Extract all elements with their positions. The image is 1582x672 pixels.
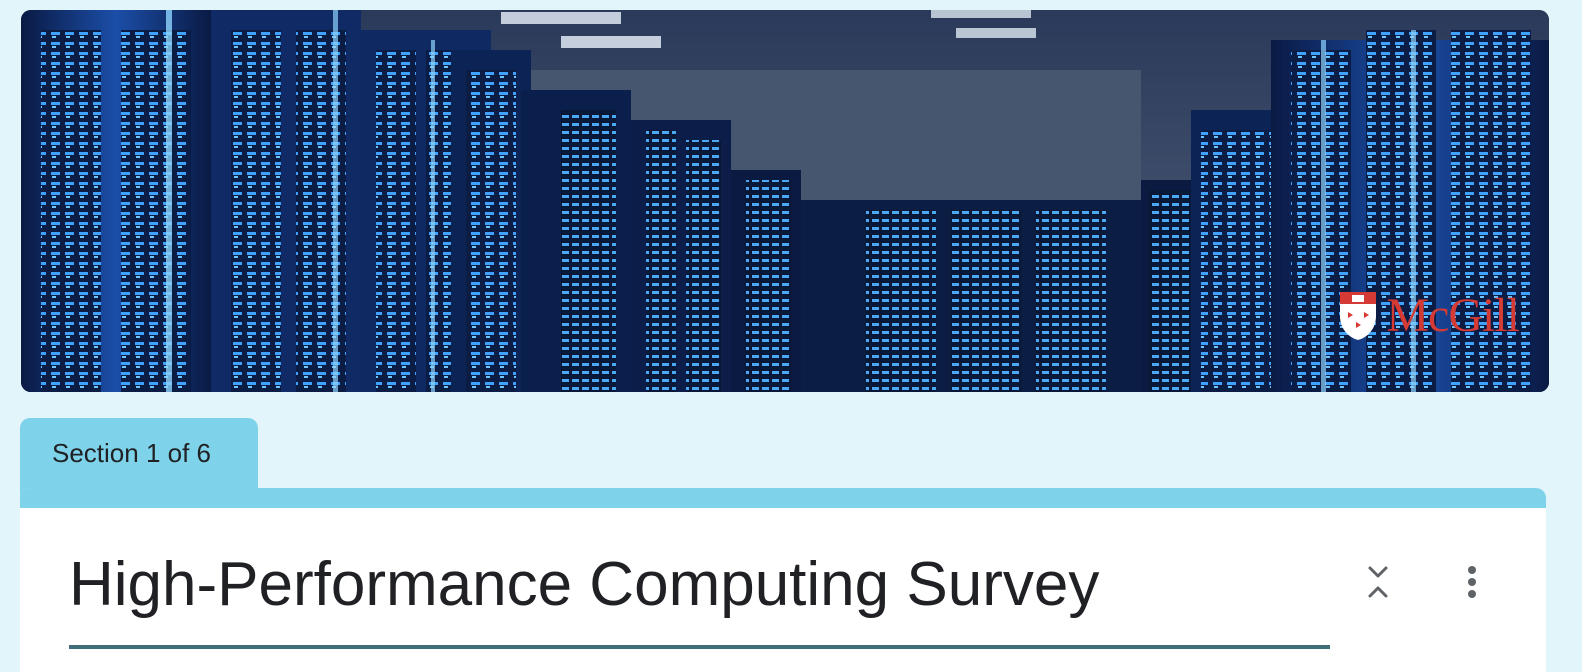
collapse-section-button[interactable] — [1358, 560, 1398, 604]
form-editor-page: McGill Section 1 of 6 High-Performance C… — [0, 0, 1582, 672]
server-room-illustration — [21, 10, 1549, 392]
title-underline — [69, 645, 1330, 649]
mcgill-logo: McGill — [1338, 289, 1520, 342]
mcgill-crest-icon — [1340, 292, 1377, 340]
collapse-icon — [1368, 566, 1388, 598]
more-options-button[interactable] — [1452, 560, 1492, 604]
mcgill-wordmark: McGill — [1386, 289, 1520, 342]
card-accent-strip — [20, 488, 1546, 508]
section-label: Section 1 of 6 — [52, 438, 211, 468]
more-vert-icon — [1468, 566, 1476, 598]
header-banner-image: McGill — [21, 10, 1549, 392]
form-header-card[interactable]: High-Performance Computing Survey — [20, 488, 1546, 672]
form-title[interactable]: High-Performance Computing Survey — [69, 554, 1099, 616]
